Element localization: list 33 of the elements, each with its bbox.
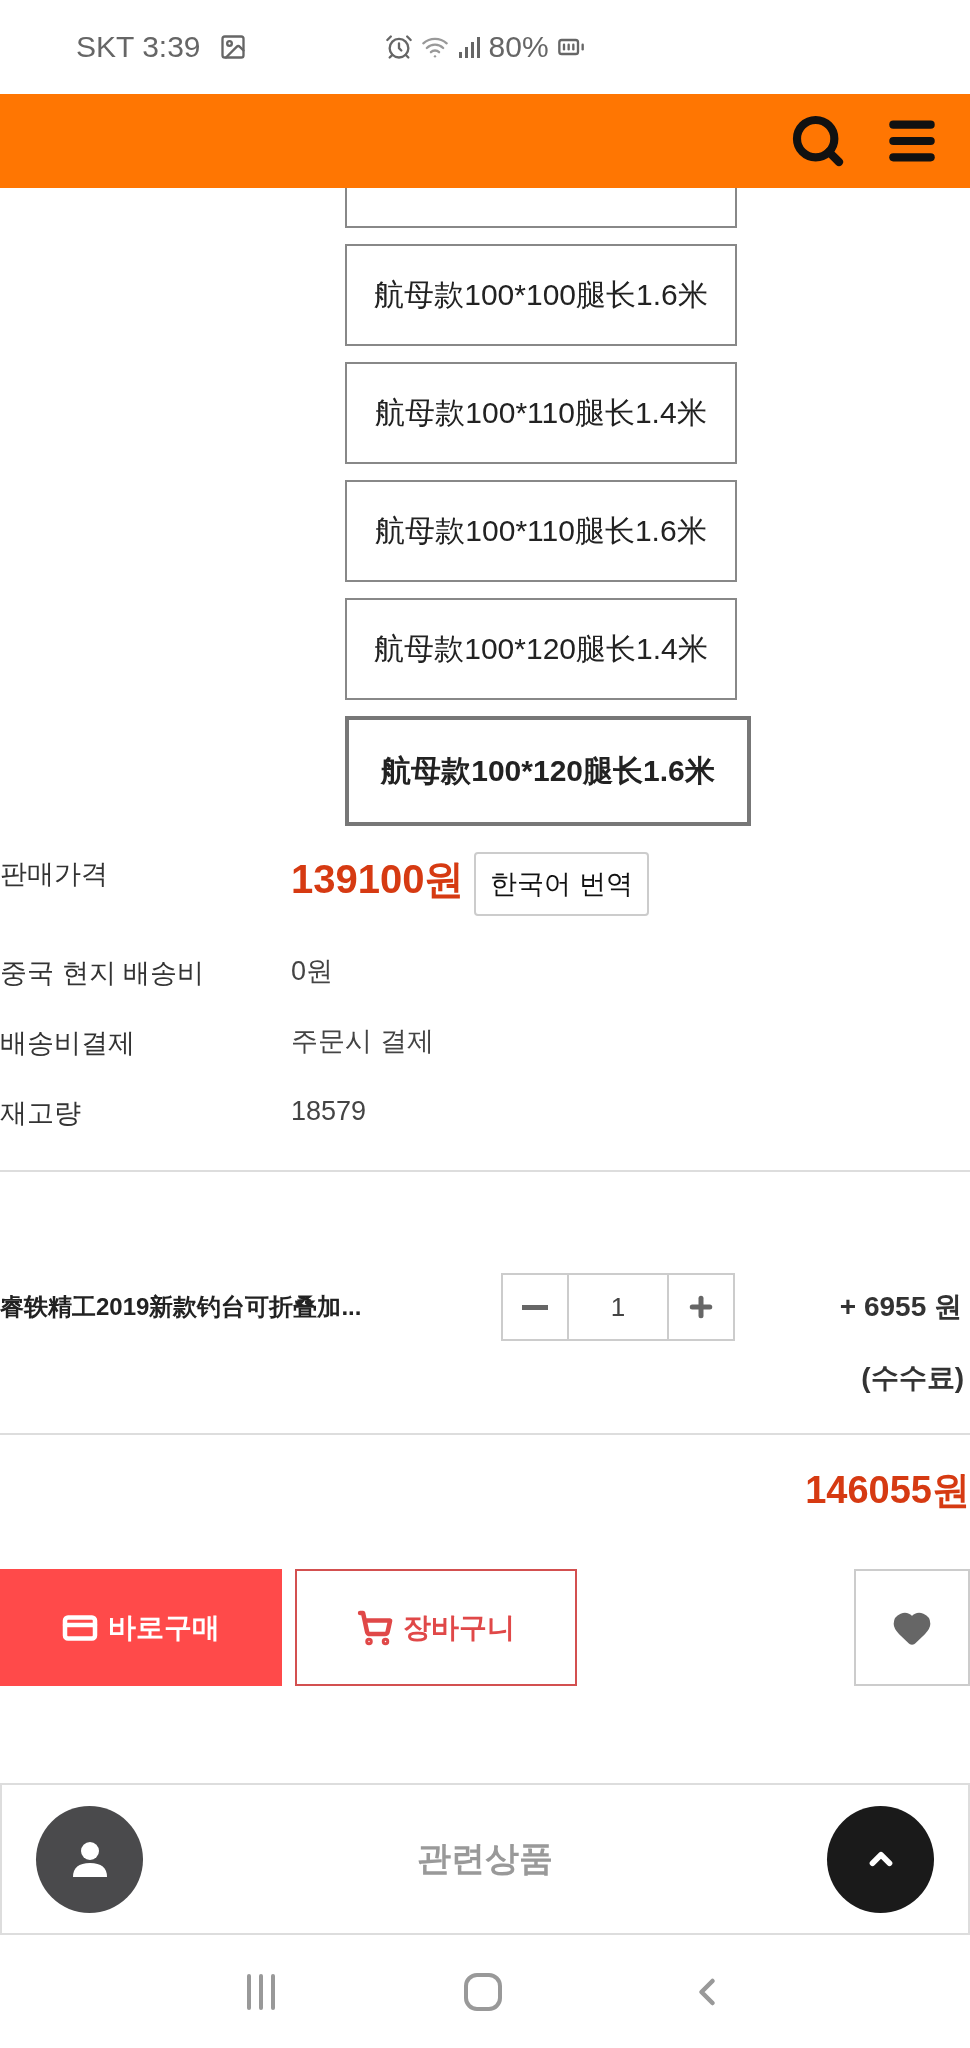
quantity-field[interactable]: 1 (569, 1273, 667, 1341)
item-name: 睿轶精工2019新款钓台可折叠加... (0, 1292, 363, 1322)
detail-value: 주문시 결제 (291, 1025, 434, 1058)
decrease-button[interactable] (501, 1273, 569, 1341)
option-button[interactable]: 航母款100*100腿长1.6米 (345, 244, 737, 346)
option-button[interactable]: 航母款100*120腿长1.4米 (345, 598, 737, 700)
fee-note: (수수료) (861, 1362, 964, 1393)
detail-label: 재고량 (0, 1097, 82, 1130)
cart-button[interactable]: 장바구니 (295, 1569, 577, 1686)
status-time: SKT 3:39 (76, 30, 201, 64)
increase-button[interactable] (667, 1273, 735, 1341)
detail-value: 0원 (291, 955, 334, 988)
fee-amount: + 6955 원 (839, 1290, 963, 1324)
detail-label: 중국 현지 배송비 (0, 957, 205, 990)
detail-value: 18579 (291, 1095, 367, 1127)
wishlist-button[interactable] (854, 1569, 970, 1686)
search-icon[interactable] (790, 113, 846, 169)
home-icon[interactable] (463, 1971, 503, 2012)
detail-label: 배송비결제 (0, 1027, 136, 1060)
minus-icon (522, 1304, 548, 1310)
option-button[interactable]: 航母款100*120腿长1.6米 (345, 716, 751, 826)
detail-label: 판매가격 (0, 858, 109, 891)
image-icon (218, 33, 247, 61)
price-value: 139100원 (291, 856, 465, 903)
option-button[interactable]: 航母款100*110腿长1.4米 (345, 362, 737, 464)
option-button[interactable] (345, 188, 737, 228)
signal-icon (456, 35, 481, 59)
alarm-icon (384, 33, 413, 61)
battery-level: 80% (488, 30, 549, 64)
translate-button[interactable]: 한국어 번역 (474, 852, 649, 916)
option-button[interactable]: 航母款100*110腿长1.6米 (345, 480, 737, 582)
total-price: 146055원 (805, 1468, 970, 1513)
cart-icon (357, 1609, 393, 1646)
